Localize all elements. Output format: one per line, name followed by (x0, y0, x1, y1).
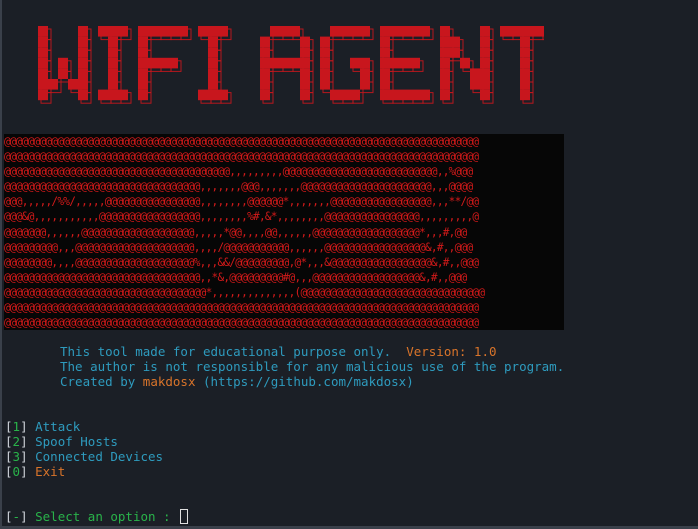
ascii-art-line: @@@@@@@@@@@@@@@@@@@@@@@@@@@@@@@@@@@@@@@@… (4, 316, 479, 330)
menu-item-number: 2 (12, 434, 21, 449)
menu-item-connected-devices[interactable]: [3] Connected Devices (5, 449, 163, 464)
ascii-art-line: @@@&@,,,,,,,,,,,@@@@@@@@@@@@@@@@@,,,,,,,… (4, 210, 479, 224)
ascii-art-line: @@@@@@@@@@@@@@@@@@@@@@@@@@@@@@@@@@@@@@@@… (4, 135, 479, 148)
menu-item-label: Attack (35, 419, 81, 434)
menu-item-number: 3 (12, 449, 21, 464)
menu-item-attack[interactable]: [1] Attack (5, 419, 80, 434)
version-label: Version: 1.0 (406, 344, 497, 359)
disclaimer-line: This tool made for educational purpose o… (60, 344, 497, 359)
ascii-art-line: @@@@@@@@@@@@@@@@@@@@@@@@@@@@@@@@@@*,,,,,… (4, 285, 485, 299)
author-name: makdosx (142, 374, 196, 389)
prompt-text: Select an option : (35, 509, 179, 524)
menu-item-label: Connected Devices (35, 449, 164, 464)
prompt-marker: - (12, 509, 21, 524)
author-url: (https://github.com/makdosx) (195, 374, 414, 389)
ascii-art-line: @@@,,,,,/%%/,,,,,@@@@@@@@@@@@@@@@,,,,,,,… (4, 195, 479, 209)
text-cursor[interactable] (180, 509, 189, 524)
ascii-art-line: @@@@@@@,,,,,,@@@@@@@@@@@@@@@@@@@,,,,,*@@… (4, 225, 467, 239)
credits-line: Created by makdosx (https://github.com/m… (60, 374, 414, 389)
ascii-art-line: @@@@@@@@@,,,@@@@@@@@@@@@@@@@@@@@,,,,/@@@… (4, 240, 473, 254)
ascii-art-line: @@@@@@@@@@@@@@@@@@@@@@@@@@@@@@@@@@@@@@,,… (4, 165, 473, 179)
menu-item-number: 0 (12, 464, 21, 479)
terminal-window: @@@@@@@@@@@@@@@@@@@@@@@@@@@@@@@@@@@@@@@@… (0, 0, 698, 529)
window-left-edge (0, 0, 2, 529)
menu-item-number: 1 (12, 419, 21, 434)
credits-prefix: Created by (60, 374, 143, 389)
ascii-art-line: @@@@@@@@,,,,@@@@@@@@@@@@@@@@@@@@%,,,&&/@… (4, 255, 479, 269)
menu-item-label: Spoof Hosts (35, 434, 118, 449)
ascii-art-logo: @@@@@@@@@@@@@@@@@@@@@@@@@@@@@@@@@@@@@@@@… (4, 134, 564, 330)
ascii-art-line: @@@@@@@@@@@@@@@@@@@@@@@@@@@@@@@@@,,*&,@@… (4, 270, 467, 284)
menu-item-spoof-hosts[interactable]: [2] Spoof Hosts (5, 434, 118, 449)
ascii-art-line: @@@@@@@@@@@@@@@@@@@@@@@@@@@@@@@@@,,,,,,,… (4, 180, 473, 194)
responsibility-line: The author is not responsible for any ma… (60, 359, 565, 374)
ascii-art-line: @@@@@@@@@@@@@@@@@@@@@@@@@@@@@@@@@@@@@@@@… (4, 150, 479, 164)
menu-item-exit[interactable]: [0] Exit (5, 464, 65, 479)
disclaimer-text: This tool made for educational purpose o… (60, 344, 392, 359)
ascii-art-line: @@@@@@@@@@@@@@@@@@@@@@@@@@@@@@@@@@@@@@@@… (4, 301, 479, 315)
option-prompt[interactable]: [-] Select an option : (5, 509, 189, 524)
menu-item-label: Exit (35, 464, 66, 479)
title-banner (38, 26, 544, 104)
